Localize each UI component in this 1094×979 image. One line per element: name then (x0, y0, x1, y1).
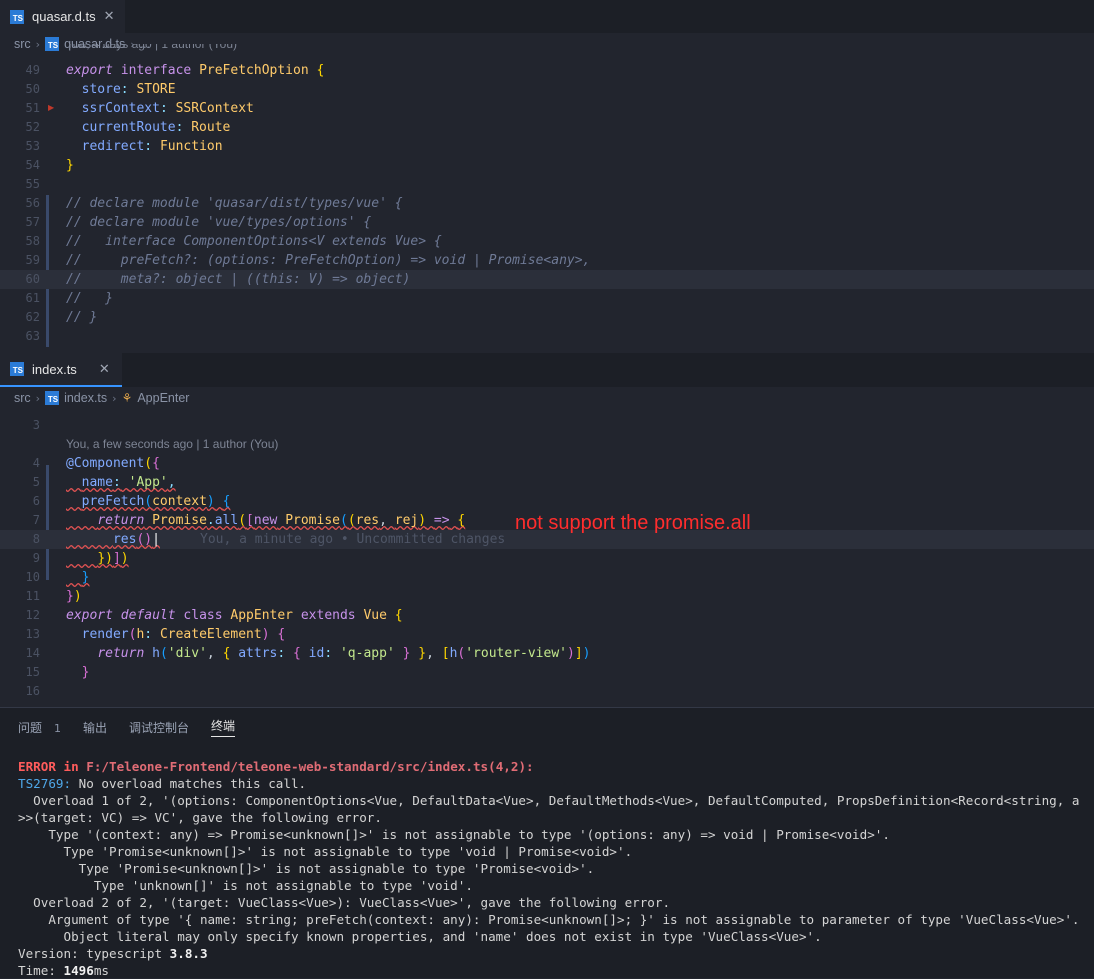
code-line: 62// } (25, 310, 98, 325)
breadcrumb-file[interactable]: index.ts (64, 391, 107, 405)
class-symbol-icon: ⚘ (121, 391, 133, 405)
code-line: 50 store: STORE (25, 82, 176, 97)
code-line: 12 export default class AppEnter extends … (25, 608, 403, 623)
code-line: 3 (32, 418, 40, 432)
breadcrumb: src › TS index.ts › ⚘ AppEnter (0, 387, 1094, 409)
chevron-right-icon: › (112, 391, 117, 405)
tab-quasar-d-ts[interactable]: TS quasar.d.ts ✕ (0, 0, 125, 33)
breakpoint-arrow-icon: ▶ (48, 103, 55, 112)
typescript-file-icon: TS (45, 391, 60, 405)
code-line: 52 currentRoute: Route (25, 120, 231, 135)
code-line-current: 60// meta?: object | ((this: V) => objec… (0, 270, 1094, 289)
bottom-tab-bar: TS index.ts ✕ (0, 353, 1094, 387)
tab-problems[interactable]: 问题 1 (18, 719, 61, 736)
code-line: 49 export interface PreFetchOption { (25, 63, 325, 78)
codelens-blame[interactable]: You, a few seconds ago | 1 author (You) (66, 437, 278, 451)
code-line: 6 preFetch(context) { (32, 494, 231, 509)
code-line: 10 } (25, 570, 90, 585)
code-editor-bottom[interactable]: 3 You, a few seconds ago | 1 author (You… (0, 409, 1094, 707)
close-icon[interactable]: ✕ (99, 362, 110, 377)
tab-terminal[interactable]: 终端 (211, 717, 236, 737)
code-line: 51 ▶ ssrContext: SSRContext (0, 99, 1094, 118)
code-line: 54} (25, 158, 74, 173)
code-line: 55 (25, 177, 40, 191)
typescript-file-icon: TS (10, 9, 24, 24)
bottom-panel: 问题 1 输出 调试控制台 终端 ERROR in F:/Teleone-Fron… (0, 707, 1094, 978)
code-line: 16 (25, 684, 40, 698)
code-line: 5 name: 'App', (32, 475, 176, 490)
tab-index-ts[interactable]: TS index.ts ✕ (0, 353, 122, 387)
typescript-file-icon: TS (10, 362, 24, 376)
code-line: 63 (25, 329, 40, 343)
code-editor-top[interactable]: You, 4 days ago | 1 author (You) 49 expor… (0, 44, 1094, 352)
chevron-right-icon: › (35, 37, 41, 51)
code-line: 15 } (25, 665, 90, 680)
code-line: 56// declare module 'quasar/dist/types/v… (25, 196, 403, 211)
breadcrumb-folder[interactable]: src (14, 37, 31, 51)
code-line: 13 render(h: CreateElement) { (25, 627, 286, 642)
code-line: 4 @Component({ (32, 456, 160, 471)
codelens-blame[interactable]: You, 4 days ago | 1 author (You) (66, 44, 237, 54)
tab-label: quasar.d.ts (32, 9, 96, 24)
tab-debug-console[interactable]: 调试控制台 (129, 719, 189, 736)
code-line: 57// declare module 'vue/types/options' … (25, 215, 372, 230)
tab-label: index.ts (32, 361, 77, 377)
code-line: 53 redirect: Function (25, 139, 223, 154)
tab-output[interactable]: 输出 (83, 719, 107, 736)
code-line: 58// interface ComponentOptions<V extend… (25, 234, 442, 249)
breadcrumb-symbol[interactable]: AppEnter (137, 391, 189, 405)
code-line: 59// preFetch?: (options: PreFetchOption… (25, 253, 591, 268)
inline-blame: You, a minute ago • Uncommitted changes (200, 532, 506, 547)
typescript-file-icon: TS (45, 37, 60, 51)
code-line: 61// } (25, 291, 113, 306)
close-icon[interactable]: ✕ (104, 9, 115, 24)
breadcrumb-folder[interactable]: src (14, 391, 31, 405)
chevron-right-icon: › (35, 391, 41, 405)
panel-tabs: 问题 1 输出 调试控制台 终端 (0, 708, 1094, 746)
code-line: 11}) (25, 589, 82, 604)
problems-count-badge: 1 (54, 721, 62, 735)
code-line: 14 return h('div', { attrs: { id: 'q-app… (25, 646, 591, 661)
terminal-output[interactable]: ERROR in F:/Teleone-Frontend/teleone-web… (18, 758, 1080, 979)
top-tab-bar: TS quasar.d.ts ✕ (0, 0, 1094, 33)
code-line: 9 })]) (32, 551, 129, 566)
annotation-note: not support the promise.all (515, 512, 751, 534)
top-editor-group: TS quasar.d.ts ✕ src › TS quasar.d.ts › … (0, 0, 1094, 352)
